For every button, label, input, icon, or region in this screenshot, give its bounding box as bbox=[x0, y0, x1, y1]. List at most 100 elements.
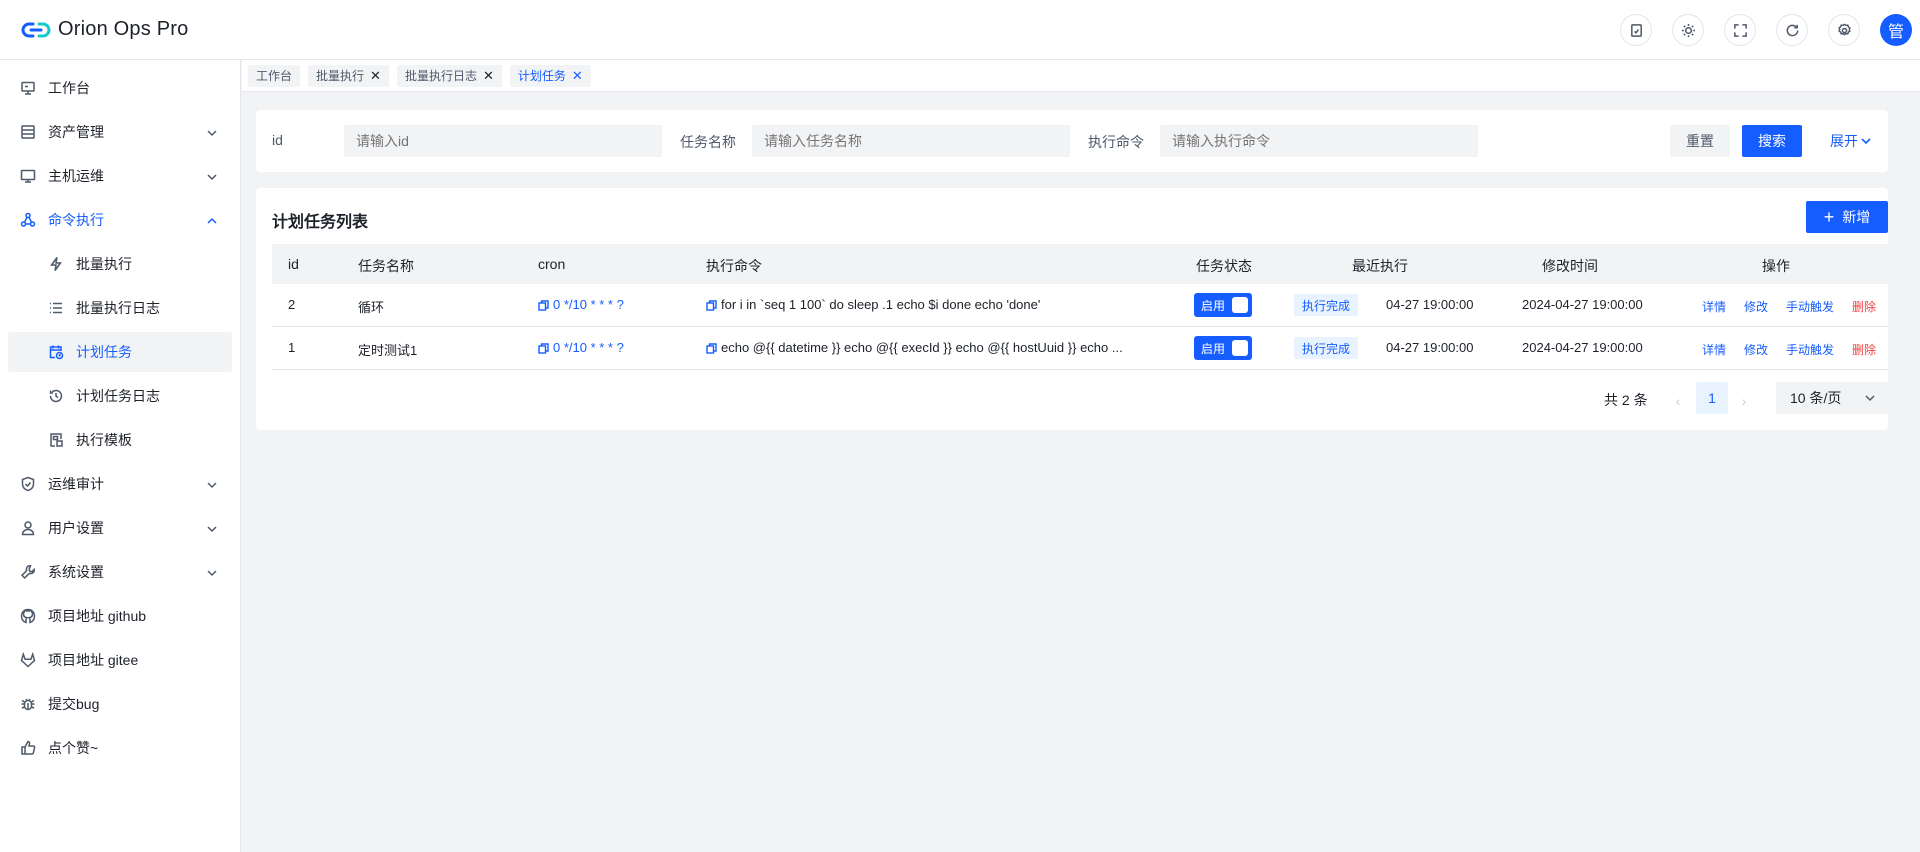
cell-id: 1 bbox=[288, 340, 296, 355]
copy-icon[interactable] bbox=[538, 299, 549, 311]
sidebar-item-github[interactable]: 项目地址 github bbox=[8, 596, 232, 636]
sidebar-item-label: 计划任务 bbox=[76, 344, 132, 360]
copy-icon[interactable] bbox=[538, 342, 549, 354]
sidebar-item-scheduled-task-log[interactable]: 计划任务日志 bbox=[8, 376, 232, 416]
status-label: 启用 bbox=[1201, 341, 1226, 356]
sidebar-item-scheduled-task[interactable]: 计划任务 bbox=[8, 332, 232, 372]
detail-link[interactable]: 详情 bbox=[1702, 298, 1726, 315]
sidebar-item-label: 计划任务日志 bbox=[76, 388, 160, 404]
github-icon bbox=[20, 608, 36, 624]
manual-trigger-link[interactable]: 手动触发 bbox=[1786, 298, 1834, 315]
theme-button[interactable] bbox=[1672, 14, 1704, 46]
sidebar: 工作台 资产管理 主机运维 命令执行 批量执行 批量执行日志 计划任务 计划任务… bbox=[0, 60, 241, 852]
sidebar-item-exec-template[interactable]: 执行模板 bbox=[8, 420, 232, 460]
sidebar-item-gitee[interactable]: 项目地址 gitee bbox=[8, 640, 232, 680]
chevron-down-icon bbox=[206, 522, 218, 534]
close-icon[interactable]: ✕ bbox=[572, 68, 583, 84]
cell-cron[interactable]: 0 */10 * * * ? bbox=[538, 297, 624, 312]
pagination-total: 共 2 条 bbox=[1604, 392, 1648, 408]
status-toggle[interactable]: 启用 bbox=[1194, 336, 1252, 360]
fullscreen-icon bbox=[1733, 23, 1747, 37]
tab-scheduled-task[interactable]: 计划任务 ✕ bbox=[509, 64, 591, 87]
copy-icon[interactable] bbox=[706, 342, 717, 354]
sidebar-item-workbench[interactable]: 工作台 bbox=[8, 68, 232, 108]
status-tag: 执行完成 bbox=[1294, 337, 1359, 359]
edit-link[interactable]: 修改 bbox=[1744, 298, 1768, 315]
sidebar-item-ops-audit[interactable]: 运维审计 bbox=[8, 464, 232, 504]
fullscreen-button[interactable] bbox=[1724, 14, 1756, 46]
status-toggle[interactable]: 启用 bbox=[1194, 293, 1252, 317]
link-logo-icon bbox=[21, 22, 51, 37]
cell-task-name: 循环 bbox=[358, 300, 385, 315]
sidebar-item-label: 项目地址 gitee bbox=[48, 652, 139, 668]
search-button[interactable]: 搜索 bbox=[1742, 125, 1802, 157]
detail-link[interactable]: 详情 bbox=[1702, 341, 1726, 358]
reset-button[interactable]: 重置 bbox=[1670, 125, 1730, 157]
triangle-nodes-icon bbox=[20, 212, 36, 228]
refresh-button[interactable] bbox=[1776, 14, 1808, 46]
chevron-down-icon bbox=[206, 170, 218, 182]
sidebar-item-label: 批量执行 bbox=[76, 256, 132, 272]
add-label: 新增 bbox=[1842, 209, 1871, 225]
top-header: Orion Ops Pro 管 bbox=[0, 0, 1920, 60]
prev-page-icon[interactable]: ‹ bbox=[1668, 385, 1688, 417]
sidebar-item-batch-exec[interactable]: 批量执行 bbox=[8, 244, 232, 284]
chevron-down-icon bbox=[206, 126, 218, 138]
sidebar-item-submit-bug[interactable]: 提交bug bbox=[8, 684, 232, 724]
column-header: 执行命令 bbox=[706, 258, 762, 274]
sidebar-item-assets[interactable]: 资产管理 bbox=[8, 112, 232, 152]
sidebar-item-system-settings[interactable]: 系统设置 bbox=[8, 552, 232, 592]
toggle-knob bbox=[1232, 297, 1248, 313]
manual-trigger-link[interactable]: 手动触发 bbox=[1786, 341, 1834, 358]
sidebar-item-command-exec[interactable]: 命令执行 bbox=[8, 200, 232, 240]
close-icon[interactable]: ✕ bbox=[483, 68, 494, 84]
page-number-button[interactable]: 1 bbox=[1696, 382, 1728, 414]
settings-button[interactable] bbox=[1828, 14, 1860, 46]
sidebar-item-host-ops[interactable]: 主机运维 bbox=[8, 156, 232, 196]
cell-cron[interactable]: 0 */10 * * * ? bbox=[538, 340, 624, 355]
command-text: echo @{{ datetime }} echo @{{ execId }} … bbox=[721, 340, 1123, 355]
column-header: 修改时间 bbox=[1542, 258, 1598, 274]
sidebar-item-user-settings[interactable]: 用户设置 bbox=[8, 508, 232, 548]
column-header: 任务名称 bbox=[358, 258, 414, 274]
tab-workbench[interactable]: 工作台 bbox=[248, 64, 301, 87]
chevron-down-icon bbox=[206, 478, 218, 490]
copy-icon[interactable] bbox=[706, 299, 717, 311]
bug-icon bbox=[20, 696, 36, 712]
settings-icon bbox=[1837, 23, 1851, 35]
app-logo[interactable]: Orion Ops Pro bbox=[20, 18, 188, 41]
cell-modified-time: 2024-04-27 19:00:00 bbox=[1522, 340, 1643, 355]
delete-link[interactable]: 删除 bbox=[1852, 341, 1876, 358]
command-input[interactable] bbox=[1160, 125, 1478, 157]
sidebar-item-label: 项目地址 github bbox=[48, 608, 147, 624]
toggle-knob bbox=[1232, 340, 1248, 356]
list-icon bbox=[20, 124, 36, 140]
status-label: 启用 bbox=[1201, 298, 1226, 313]
sidebar-item-label: 资产管理 bbox=[48, 124, 104, 140]
delete-link[interactable]: 删除 bbox=[1852, 298, 1876, 315]
tab-label: 批量执行日志 bbox=[404, 69, 477, 83]
tab-label: 计划任务 bbox=[517, 69, 566, 83]
doc-button[interactable] bbox=[1620, 14, 1652, 46]
sidebar-item-batch-exec-log[interactable]: 批量执行日志 bbox=[8, 288, 232, 328]
next-page-icon[interactable]: › bbox=[1734, 385, 1754, 417]
edit-link[interactable]: 修改 bbox=[1744, 341, 1768, 358]
sidebar-item-like[interactable]: 点个赞~ bbox=[8, 728, 232, 768]
monitor-icon bbox=[20, 80, 36, 96]
close-icon[interactable]: ✕ bbox=[370, 68, 381, 84]
add-button[interactable]: + 新增 bbox=[1806, 201, 1888, 233]
chevron-down-icon bbox=[1865, 395, 1875, 402]
sidebar-item-label: 用户设置 bbox=[48, 520, 104, 536]
expand-button[interactable]: 展开 bbox=[1830, 125, 1872, 157]
list-lines-icon bbox=[48, 300, 64, 316]
refresh-icon bbox=[1786, 24, 1798, 36]
tab-batch-exec-log[interactable]: 批量执行日志 ✕ bbox=[396, 64, 502, 87]
id-input[interactable] bbox=[344, 125, 662, 157]
tab-batch-exec[interactable]: 批量执行 ✕ bbox=[308, 64, 389, 87]
user-avatar[interactable]: 管 bbox=[1880, 14, 1912, 46]
command-text: for i in `seq 1 100` do sleep .1 echo $i… bbox=[721, 297, 1041, 312]
page-size-select[interactable]: 10 条/页 bbox=[1776, 382, 1888, 414]
submenu-command-exec: 批量执行 批量执行日志 计划任务 计划任务日志 执行模板 bbox=[0, 244, 240, 460]
plus-icon: + bbox=[1823, 207, 1835, 227]
task-name-input[interactable] bbox=[752, 125, 1070, 157]
